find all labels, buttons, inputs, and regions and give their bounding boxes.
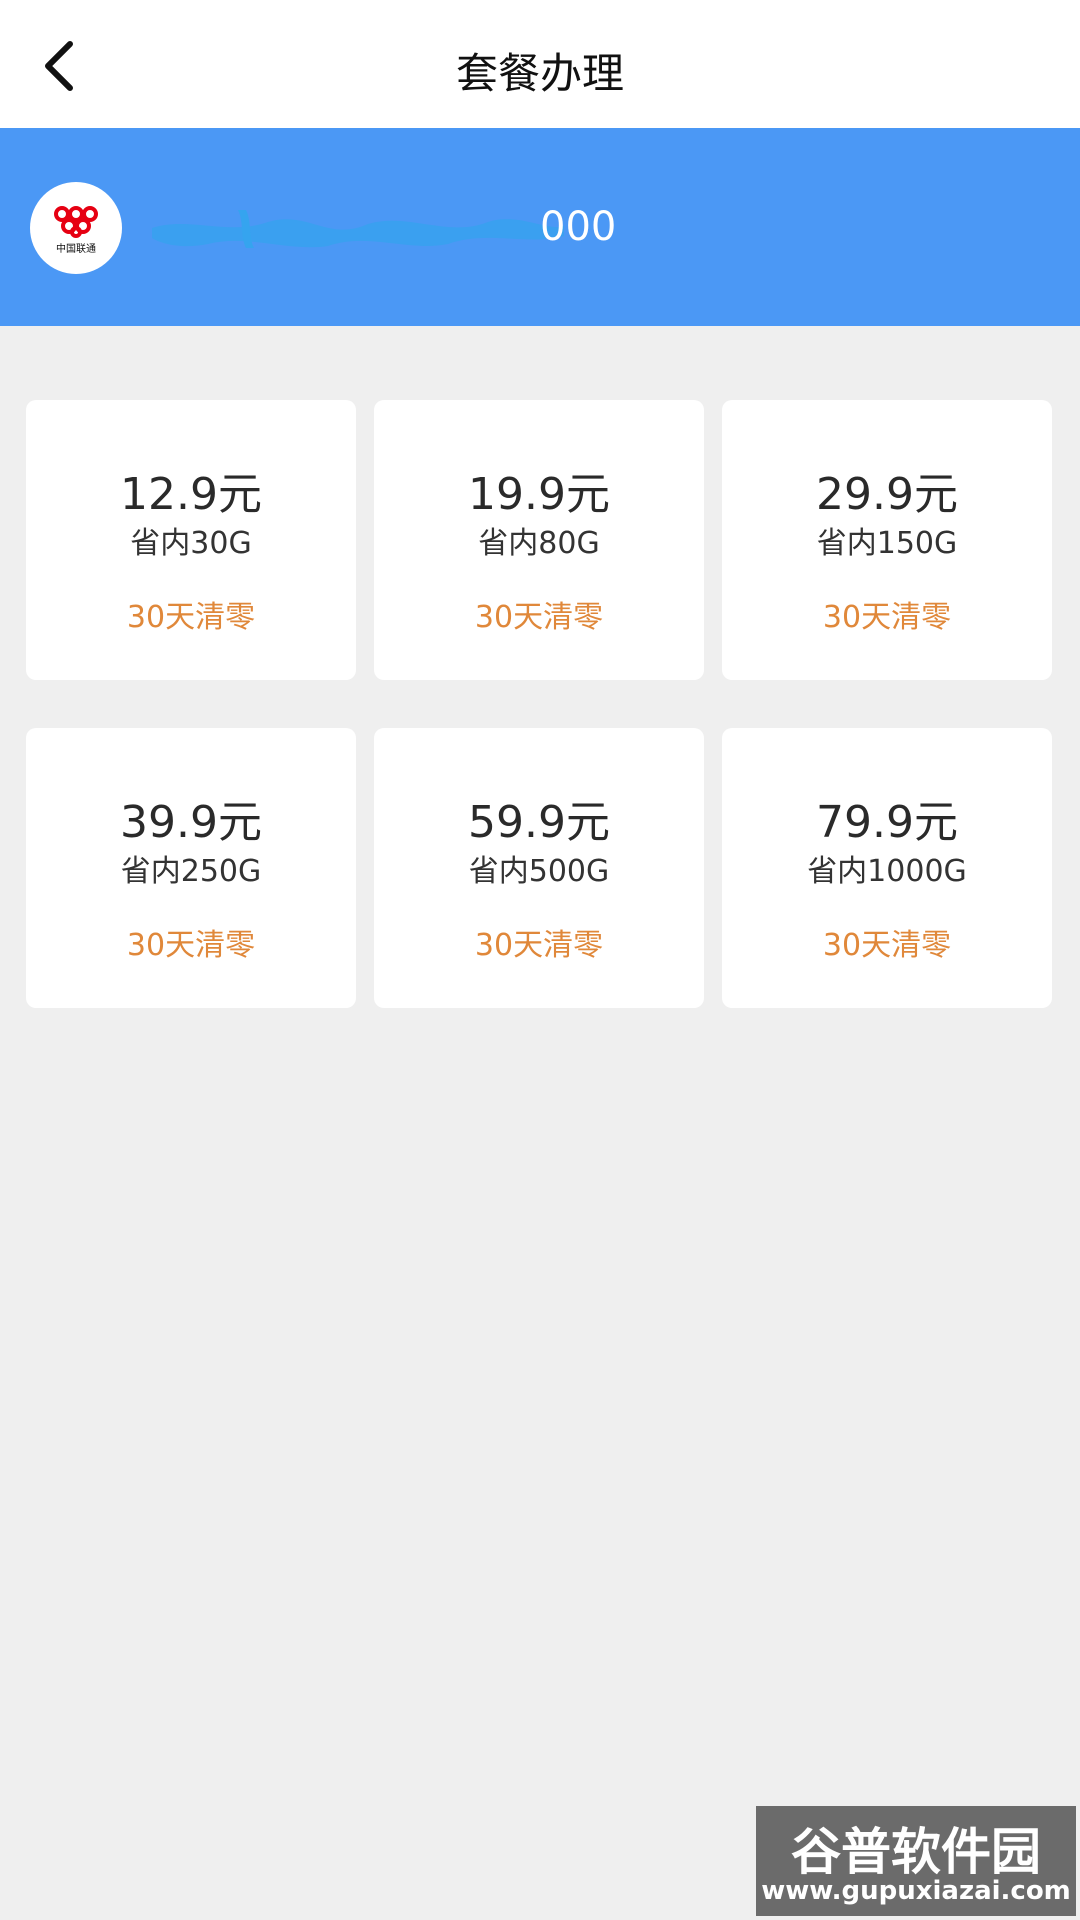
watermark-url: www.gupuxiazai.com <box>761 1876 1071 1906</box>
package-data: 省内1000G <box>807 854 967 889</box>
package-data: 省内30G <box>130 526 252 561</box>
package-data: 省内150G <box>816 526 958 561</box>
package-data: 省内500G <box>468 854 610 889</box>
package-card[interactable]: 19.9元 省内80G 30天清零 <box>374 400 704 680</box>
package-price: 39.9元 <box>120 797 262 848</box>
package-validity: 30天清零 <box>126 600 256 635</box>
watermark-title: 谷普软件园 <box>791 1823 1041 1881</box>
package-validity: 30天清零 <box>822 928 952 963</box>
account-banner: 中国联通 000 <box>0 128 1080 326</box>
redacted-phone-mask <box>152 210 564 248</box>
package-validity: 30天清零 <box>126 928 256 963</box>
package-price: 12.9元 <box>120 469 262 520</box>
carrier-logo-text: 中国联通 <box>56 243 96 255</box>
package-validity: 30天清零 <box>474 600 604 635</box>
package-data: 省内80G <box>478 526 600 561</box>
page-title: 套餐办理 <box>455 49 624 98</box>
package-card[interactable]: 39.9元 省内250G 30天清零 <box>26 728 356 1008</box>
package-card[interactable]: 59.9元 省内500G 30天清零 <box>374 728 704 1008</box>
watermark: 谷普软件园 www.gupuxiazai.com <box>756 1806 1076 1916</box>
carrier-logo: 中国联通 <box>30 182 122 274</box>
package-price: 19.9元 <box>468 469 610 520</box>
package-price: 29.9元 <box>816 469 958 520</box>
package-price: 59.9元 <box>468 797 610 848</box>
phone-number: 000 <box>540 204 617 250</box>
package-card[interactable]: 29.9元 省内150G 30天清零 <box>722 400 1052 680</box>
package-card[interactable]: 79.9元 省内1000G 30天清零 <box>722 728 1052 1008</box>
package-price: 79.9元 <box>816 797 958 848</box>
package-validity: 30天清零 <box>822 600 952 635</box>
package-validity: 30天清零 <box>474 928 604 963</box>
china-unicom-logo-icon <box>54 205 98 238</box>
package-data: 省内250G <box>120 854 262 889</box>
package-card[interactable]: 12.9元 省内30G 30天清零 <box>26 400 356 680</box>
top-nav-bar: 套餐办理 <box>0 0 1080 128</box>
